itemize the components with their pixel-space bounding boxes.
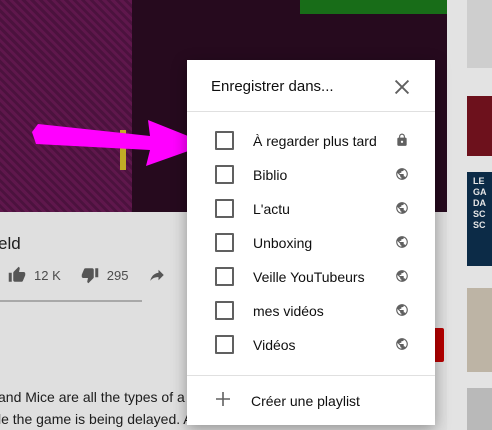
checkbox[interactable] [215,301,234,320]
globe-icon [396,202,408,214]
globe-icon [396,236,408,248]
playlist-label: À regarder plus tard [253,133,377,149]
globe-icon [396,270,408,282]
checkbox[interactable] [215,267,234,286]
dialog-header: Enregistrer dans... [187,60,435,112]
playlist-item-veille-youtubeurs[interactable]: Veille YouTubeurs [187,260,435,294]
playlist-list: À regarder plus tard Biblio L'actu Unbox… [187,124,435,362]
playlist-item-biblio[interactable]: Biblio [187,158,435,192]
globe-icon [396,168,408,180]
lock-icon [397,133,407,146]
playlist-label: Biblio [253,167,288,183]
playlist-item-videos[interactable]: Vidéos [187,328,435,362]
playlist-label: Unboxing [253,235,313,251]
close-button[interactable] [391,76,413,98]
playlist-item-lactu[interactable]: L'actu [187,192,435,226]
globe-icon [396,304,408,316]
playlist-label: L'actu [253,201,290,217]
dialog-title: Enregistrer dans... [211,78,334,95]
playlist-label: Veille YouTubeurs [253,269,365,285]
close-icon [394,79,410,95]
playlist-item-mes-videos[interactable]: mes vidéos [187,294,435,328]
plus-icon [216,392,230,406]
checkbox[interactable] [215,199,234,218]
checkbox[interactable] [215,131,234,150]
annotation-arrow-icon [32,120,208,166]
create-playlist-label: Créer une playlist [251,393,360,409]
playlist-label: mes vidéos [253,303,324,319]
checkbox[interactable] [215,335,234,354]
playlist-label: Vidéos [253,337,296,353]
checkbox[interactable] [215,233,234,252]
save-to-playlist-dialog: Enregistrer dans... À regarder plus tard… [187,60,435,425]
globe-icon [396,338,408,350]
playlist-item-watch-later[interactable]: À regarder plus tard [187,124,435,158]
checkbox[interactable] [215,165,234,184]
create-playlist-button[interactable]: Créer une playlist [187,375,435,425]
playlist-item-unboxing[interactable]: Unboxing [187,226,435,260]
